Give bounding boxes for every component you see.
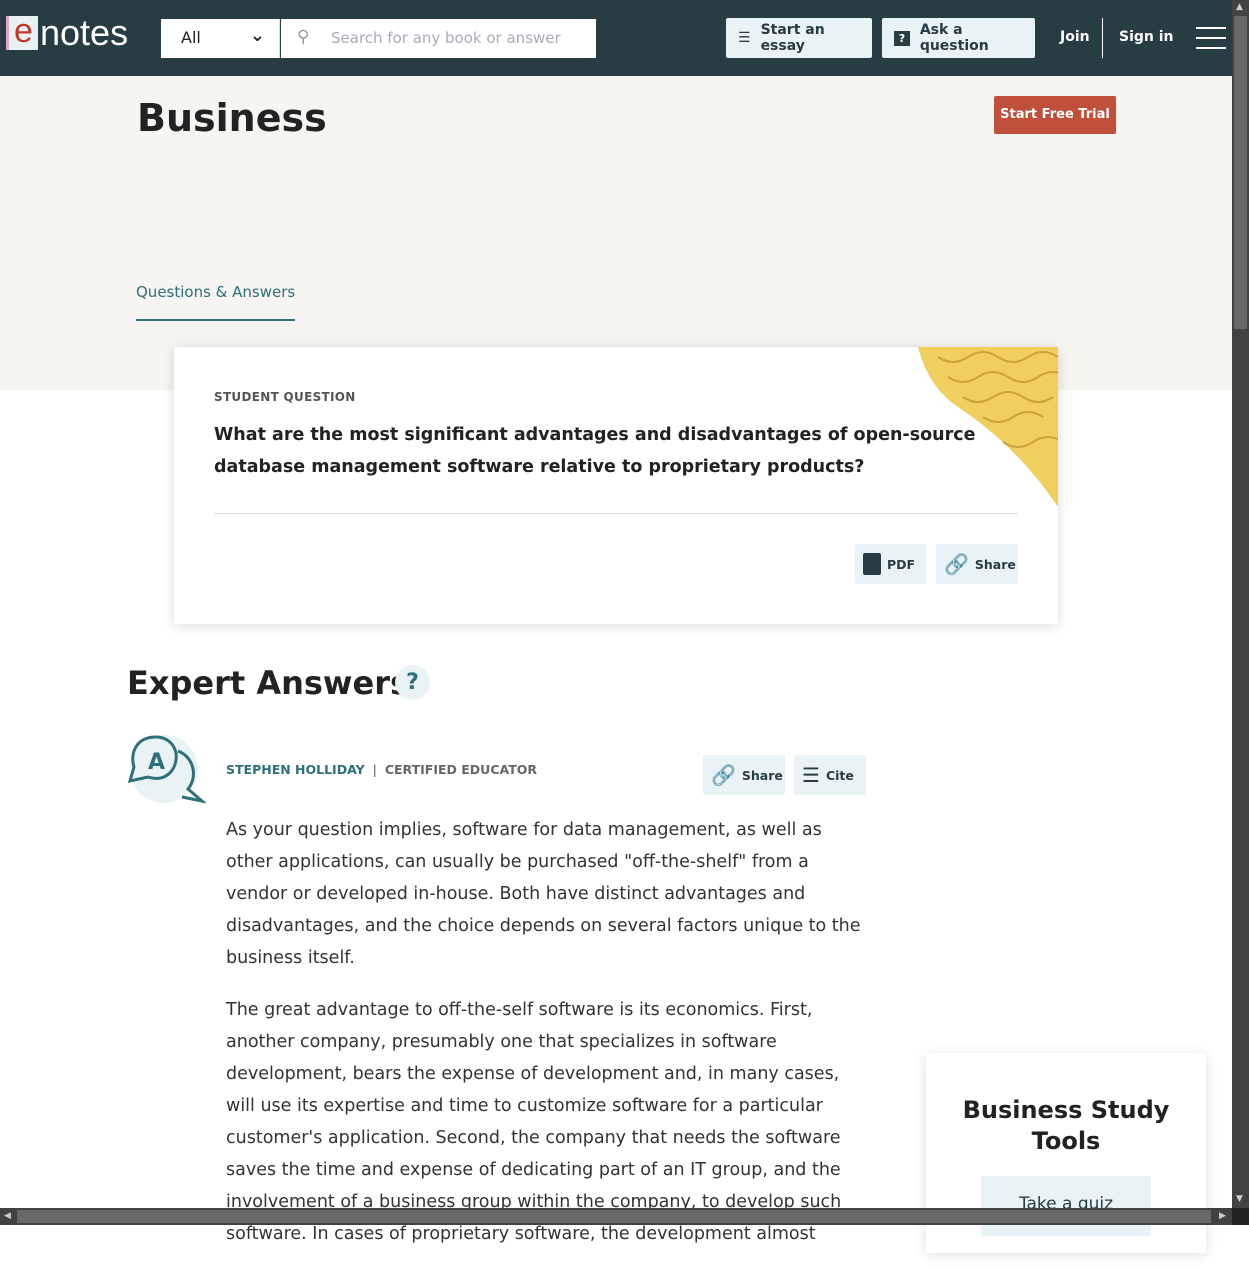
question-label: STUDENT QUESTION (214, 390, 356, 404)
search-input[interactable]: ⚲ Search for any book or answer (281, 19, 596, 58)
author-role: CERTIFIED EDUCATOR (384, 762, 537, 777)
answer-share-button[interactable]: 🔗 Share (703, 755, 785, 795)
cite-button[interactable]: ☰ Cite (794, 755, 866, 795)
share-button[interactable]: 🔗 Share (936, 544, 1018, 584)
document-icon (863, 553, 881, 575)
tab-questions-answers[interactable]: Questions & Answers (136, 283, 296, 321)
pdf-button[interactable]: PDF (855, 544, 926, 584)
answer-paragraph: As your question implies, software for d… (226, 820, 861, 968)
author-line: STEPHEN HOLLIDAY | CERTIFIED EDUCATOR (226, 762, 537, 777)
page-title: Business (137, 96, 327, 140)
numbered-list-icon: ☰ (802, 763, 820, 787)
horizontal-scrollbar[interactable]: ◀ ▶ (0, 1208, 1232, 1225)
link-icon: 🔗 (944, 552, 969, 576)
educator-avatar-icon: A (127, 735, 206, 804)
question-text: What are the most significant advantages… (214, 425, 976, 477)
svg-text:A: A (148, 750, 165, 775)
question-bubble-icon: ? (894, 30, 910, 46)
divider (1102, 18, 1103, 58)
menu-icon[interactable] (1196, 27, 1226, 57)
category-select[interactable]: All ⌄ (161, 19, 280, 58)
join-link[interactable]: Join (1060, 29, 1090, 45)
scrollbar-thumb[interactable] (1234, 16, 1247, 329)
author-name[interactable]: STEPHEN HOLLIDAY (226, 762, 365, 777)
start-free-trial-button[interactable]: Start Free Trial (994, 96, 1116, 134)
ask-question-button[interactable]: ? Ask a question (882, 18, 1035, 58)
scrollbar-thumb[interactable] (17, 1210, 1211, 1223)
search-icon: ⚲ (297, 27, 310, 47)
take-quiz-button[interactable]: Take a quiz (981, 1176, 1151, 1236)
link-icon: 🔗 (711, 763, 736, 787)
study-tools-title: Business Study Tools (962, 1096, 1170, 1155)
enotes-logo[interactable]: e notes (6, 14, 128, 51)
expert-answers-heading: Expert Answers (127, 664, 410, 702)
start-essay-button[interactable]: ☰ Start an essay (726, 18, 872, 58)
chevron-down-icon: ⌄ (249, 25, 265, 46)
vertical-scrollbar[interactable]: ▲ ▼ (1232, 0, 1249, 1208)
scrollbar-corner (1232, 1208, 1249, 1225)
divider (214, 513, 1018, 514)
sign-in-link[interactable]: Sign in (1119, 29, 1174, 45)
list-icon: ☰ (738, 30, 751, 46)
answer-body: As your question implies, software for d… (226, 814, 866, 1270)
top-nav: e notes All ⌄ ⚲ Search for any book or answ… (0, 0, 1232, 76)
question-card: STUDENT QUESTION What are the most signi… (174, 347, 1058, 624)
help-icon[interactable]: ? (395, 665, 430, 700)
